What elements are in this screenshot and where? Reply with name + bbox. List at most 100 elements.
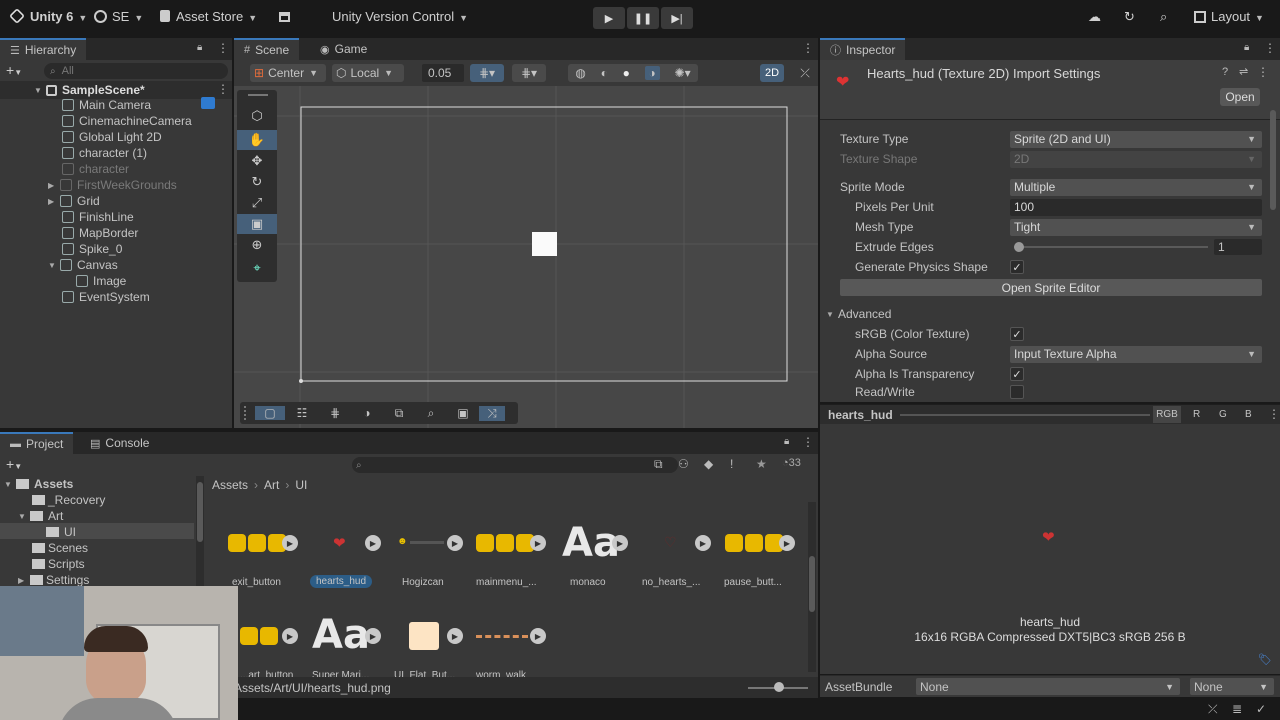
canvas-anchor[interactable] xyxy=(299,379,303,383)
advanced-foldout[interactable]: ▼ Advanced xyxy=(826,305,1250,323)
account-dropdown[interactable]: SE ▼ xyxy=(94,9,143,24)
expand-sprite-icon[interactable]: ▶ xyxy=(447,535,463,551)
auto-generate-lighting-icon[interactable]: ⤫ xyxy=(1208,702,1218,717)
hierarchy-item[interactable]: FinishLine xyxy=(62,209,134,225)
asset-label[interactable]: pause_butt... xyxy=(724,577,782,588)
rgb-channel-button[interactable]: RGB xyxy=(1153,406,1181,423)
tab-console[interactable]: ▤ Console xyxy=(80,432,159,454)
extrude-slider-track[interactable] xyxy=(1014,246,1208,248)
view-tool-icon[interactable]: ⬡ xyxy=(237,106,277,126)
thumbnail-size-slider-thumb[interactable] xyxy=(774,682,784,692)
hierarchy-item[interactable]: ▶ Grid xyxy=(48,193,100,209)
hierarchy-item[interactable]: Global Light 2D xyxy=(62,129,162,145)
exit-button-thumbnail-icon[interactable] xyxy=(248,534,266,552)
scale-tool-icon[interactable]: ⤢ xyxy=(237,193,277,213)
folder-tree-item[interactable]: ▼ Assets xyxy=(4,476,73,492)
asset-bundle-dropdown[interactable]: None ▼ xyxy=(916,678,1180,695)
expand-sprite-icon[interactable]: ▶ xyxy=(530,628,546,644)
zoom-icon[interactable]: ⌕ xyxy=(415,406,447,421)
font-asset-thumbnail[interactable]: Aa xyxy=(312,612,370,658)
shading-icon[interactable]: ◑ xyxy=(351,406,383,420)
audio-mute-toggle[interactable]: ⤫ xyxy=(796,64,814,82)
sprite-mode-dropdown[interactable]: Multiple ▼ xyxy=(1010,178,1262,196)
hierarchy-item[interactable]: character xyxy=(62,161,129,177)
no-hearts-thumbnail-icon[interactable]: ♡ xyxy=(664,534,677,551)
asset-label[interactable]: no_hearts_... xyxy=(642,577,700,588)
inspector-scrollbar[interactable] xyxy=(1270,110,1276,210)
mainmenu-thumbnail-icon[interactable] xyxy=(496,534,514,552)
alpha-source-dropdown[interactable]: Input Texture Alpha ▼ xyxy=(1010,345,1262,363)
search-by-type-icon[interactable]: ⧉ xyxy=(654,457,663,472)
panel-menu-icon[interactable]: ⋮ xyxy=(1264,41,1276,55)
asset-label[interactable]: Hogizcan xyxy=(402,577,444,588)
snap-value-field[interactable]: 0.05 xyxy=(422,64,464,82)
ppu-input[interactable]: 100 xyxy=(1010,198,1262,216)
create-asset-button[interactable]: +▼ xyxy=(6,456,22,472)
layout-dropdown[interactable]: Layout ▼ xyxy=(1194,9,1264,24)
2d-mode-toggle[interactable]: 2D xyxy=(760,64,784,82)
version-control-toggle[interactable] xyxy=(279,9,290,24)
hierarchy-item[interactable]: EventSystem xyxy=(62,289,150,305)
exit-button-thumbnail-icon[interactable] xyxy=(228,534,246,552)
hierarchy-item[interactable]: Main Camera xyxy=(62,97,151,113)
hierarchy-item[interactable]: Image xyxy=(76,273,126,289)
extrude-input[interactable]: 1 xyxy=(1214,239,1262,255)
expand-sprite-icon[interactable]: ▶ xyxy=(282,628,298,644)
tab-project[interactable]: ▬ Project xyxy=(0,432,74,454)
palette-grip[interactable] xyxy=(248,94,268,96)
breadcrumb-item[interactable]: Assets xyxy=(212,478,248,492)
wireframe-globe-icon[interactable]: ◍ xyxy=(575,66,585,80)
shaded-wire-icon[interactable]: ◐ xyxy=(601,66,608,80)
hierarchy-filter-icon[interactable]: ⚇ xyxy=(678,457,689,471)
hierarchy-item[interactable]: MapBorder xyxy=(62,225,138,241)
add-object-button[interactable]: +▼ xyxy=(6,62,22,78)
pause-button-thumbnail-icon[interactable] xyxy=(745,534,763,552)
breadcrumb-item[interactable]: UI xyxy=(295,478,307,492)
hearts-hud-thumbnail-icon[interactable]: ❤ xyxy=(333,534,346,552)
asset-label[interactable]: exit_button xyxy=(232,577,281,588)
expand-sprite-icon[interactable]: ▶ xyxy=(447,628,463,644)
rotate-tool-icon[interactable]: ↻ xyxy=(237,172,277,192)
move-tool-icon[interactable]: ✥ xyxy=(237,151,277,171)
expand-sprite-icon[interactable]: ▶ xyxy=(530,535,546,551)
search-icon[interactable]: ⌕ xyxy=(1160,9,1167,25)
tab-hierarchy[interactable]: ☰ Hierarchy xyxy=(0,38,87,60)
space-dropdown[interactable]: ⬡ Local ▼ xyxy=(332,64,404,82)
mesh-type-dropdown[interactable]: Tight ▼ xyxy=(1010,218,1262,236)
rect-select-icon[interactable]: ▢ xyxy=(255,406,285,420)
asset-grid-scrollbar[interactable] xyxy=(808,502,816,672)
hidden-packages-count[interactable]: ◔33 xyxy=(782,457,801,469)
folder-tree-item[interactable]: UI xyxy=(46,524,76,540)
label-filter-icon[interactable]: ◆ xyxy=(704,457,713,471)
hierarchy-search-input[interactable]: ⌕ All xyxy=(44,63,228,79)
panel-menu-icon[interactable]: ⋮ xyxy=(217,41,229,55)
asset-label[interactable]: monaco xyxy=(570,577,606,588)
asset-bundle-variant-dropdown[interactable]: None ▼ xyxy=(1190,678,1274,695)
cloud-icon[interactable]: ☁ xyxy=(1088,9,1101,25)
scene-menu-icon[interactable]: ⋮ xyxy=(217,82,229,96)
ui-flat-button-thumbnail[interactable] xyxy=(409,622,439,650)
expand-sprite-icon[interactable]: ▶ xyxy=(612,535,628,551)
open-sprite-editor-button[interactable]: Open Sprite Editor xyxy=(840,279,1262,296)
asset-label[interactable]: mainmenu_... xyxy=(476,577,537,588)
rect-tool-icon[interactable]: ▣ xyxy=(237,214,277,234)
expand-sprite-icon[interactable]: ▶ xyxy=(779,535,795,551)
transform-tool-icon[interactable]: ⊕ xyxy=(237,235,277,255)
extrude-slider-thumb[interactable] xyxy=(1014,242,1024,252)
folder-tree-item[interactable]: ▼ Art xyxy=(18,508,63,524)
check-status-icon[interactable]: ✓ xyxy=(1256,702,1266,716)
alpha-transparency-checkbox[interactable]: ✓ xyxy=(1010,367,1024,381)
b-channel-button[interactable]: B xyxy=(1245,409,1252,420)
pause-button-thumbnail-icon[interactable] xyxy=(725,534,743,552)
folder-tree-item[interactable]: _Recovery xyxy=(32,492,105,508)
step-button[interactable]: ▶| xyxy=(661,7,693,29)
lock-icon[interactable]: 🔒︎ xyxy=(197,42,202,53)
alert-filter-icon[interactable]: ! xyxy=(730,457,733,471)
version-control-dropdown[interactable]: Unity Version Control ▼ xyxy=(332,9,468,24)
pivot-dropdown[interactable]: ⊞ Center ▼ xyxy=(250,64,326,82)
panel-menu-icon[interactable]: ⋮ xyxy=(802,435,814,449)
project-search-input[interactable]: ⌕ xyxy=(352,457,678,473)
start-button-thumbnail-icon[interactable] xyxy=(240,627,258,645)
image-sprite[interactable] xyxy=(532,232,557,256)
worm-walk-thumbnail[interactable] xyxy=(476,635,528,639)
